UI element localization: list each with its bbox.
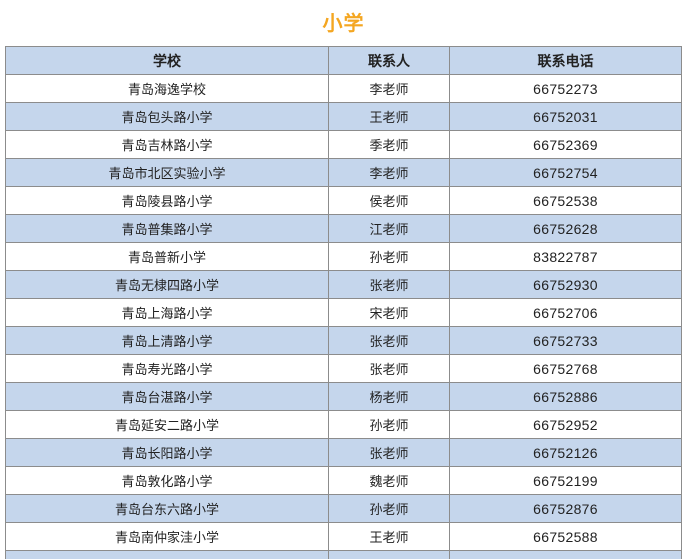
table-row: 青岛寿光路小学 张老师 66752768 [5, 354, 682, 383]
contact-person: 张老师 [328, 438, 450, 467]
contact-person [328, 550, 450, 559]
phone-number: 66752369 [449, 130, 682, 159]
school-name: 青岛上海路小学 [5, 298, 329, 327]
contact-person: 张老师 [328, 326, 450, 355]
school-name: 青岛上清路小学 [5, 326, 329, 355]
table-row: 青岛台东六路小学 孙老师 66752876 [5, 494, 682, 523]
table-row: 青岛上清路小学 张老师 66752733 [5, 326, 682, 355]
school-contact-table: 学校 联系人 联系电话 青岛海逸学校 李老师 66752273 青岛包头路小学 … [5, 46, 682, 559]
table-row: 青岛长阳路小学 张老师 66752126 [5, 438, 682, 467]
phone-number: 66752126 [449, 438, 682, 467]
contact-person: 李老师 [328, 74, 450, 103]
phone-number: 66752199 [449, 466, 682, 495]
contact-person: 王老师 [328, 522, 450, 551]
school-name: 青岛吉林路小学 [5, 130, 329, 159]
school-name: 青岛海逸学校 [5, 74, 329, 103]
table-row: 青岛市北区实验小学 李老师 66752754 [5, 158, 682, 187]
school-name: 青岛普集路小学 [5, 214, 329, 243]
table-row: 青岛普集路小学 江老师 66752628 [5, 214, 682, 243]
phone-number: 66752768 [449, 354, 682, 383]
school-name: 青岛延安二路小学 [5, 410, 329, 439]
table-row: 青岛海逸学校 李老师 66752273 [5, 74, 682, 103]
school-name: 青岛台东六路小学 [5, 494, 329, 523]
contact-person: 杨老师 [328, 382, 450, 411]
table-row: 青岛南仲家洼小学 王老师 66752588 [5, 522, 682, 551]
contact-person: 魏老师 [328, 466, 450, 495]
header-phone: 联系电话 [449, 46, 682, 75]
contact-person: 宋老师 [328, 298, 450, 327]
contact-person: 王老师 [328, 102, 450, 131]
table-row-partial [5, 550, 682, 559]
table-row: 青岛普新小学 孙老师 83822787 [5, 242, 682, 271]
contact-person: 孙老师 [328, 242, 450, 271]
school-name: 青岛无棣四路小学 [5, 270, 329, 299]
phone-number: 83822787 [449, 242, 682, 271]
school-name: 青岛包头路小学 [5, 102, 329, 131]
phone-number: 66752754 [449, 158, 682, 187]
header-school: 学校 [5, 46, 329, 75]
school-name: 青岛普新小学 [5, 242, 329, 271]
school-name: 青岛市北区实验小学 [5, 158, 329, 187]
phone-number: 66752273 [449, 74, 682, 103]
phone-number: 66752886 [449, 382, 682, 411]
document-page: 小学 学校 联系人 联系电话 青岛海逸学校 李老师 66752273 青岛包头路… [0, 0, 687, 559]
table-row: 青岛台湛路小学 杨老师 66752886 [5, 382, 682, 411]
school-name [5, 550, 329, 559]
table-row: 青岛无棣四路小学 张老师 66752930 [5, 270, 682, 299]
school-name: 青岛台湛路小学 [5, 382, 329, 411]
contact-person: 江老师 [328, 214, 450, 243]
phone-number: 66752706 [449, 298, 682, 327]
phone-number: 66752031 [449, 102, 682, 131]
header-contact: 联系人 [328, 46, 450, 75]
phone-number: 66752952 [449, 410, 682, 439]
contact-person: 侯老师 [328, 186, 450, 215]
phone-number [449, 550, 682, 559]
contact-person: 孙老师 [328, 410, 450, 439]
table-row: 青岛上海路小学 宋老师 66752706 [5, 298, 682, 327]
school-name: 青岛长阳路小学 [5, 438, 329, 467]
school-name: 青岛陵县路小学 [5, 186, 329, 215]
school-name: 青岛寿光路小学 [5, 354, 329, 383]
phone-number: 66752538 [449, 186, 682, 215]
contact-person: 季老师 [328, 130, 450, 159]
table-header-row: 学校 联系人 联系电话 [5, 46, 682, 75]
table-row: 青岛吉林路小学 季老师 66752369 [5, 130, 682, 159]
table-row: 青岛延安二路小学 孙老师 66752952 [5, 410, 682, 439]
page-title: 小学 [322, 11, 365, 35]
phone-number: 66752876 [449, 494, 682, 523]
phone-number: 66752588 [449, 522, 682, 551]
phone-number: 66752733 [449, 326, 682, 355]
contact-person: 张老师 [328, 270, 450, 299]
table-row: 青岛敦化路小学 魏老师 66752199 [5, 466, 682, 495]
table-row: 青岛陵县路小学 侯老师 66752538 [5, 186, 682, 215]
contact-person: 张老师 [328, 354, 450, 383]
table-row: 青岛包头路小学 王老师 66752031 [5, 102, 682, 131]
contact-person: 孙老师 [328, 494, 450, 523]
contact-person: 李老师 [328, 158, 450, 187]
phone-number: 66752930 [449, 270, 682, 299]
school-name: 青岛南仲家洼小学 [5, 522, 329, 551]
phone-number: 66752628 [449, 214, 682, 243]
school-name: 青岛敦化路小学 [5, 466, 329, 495]
